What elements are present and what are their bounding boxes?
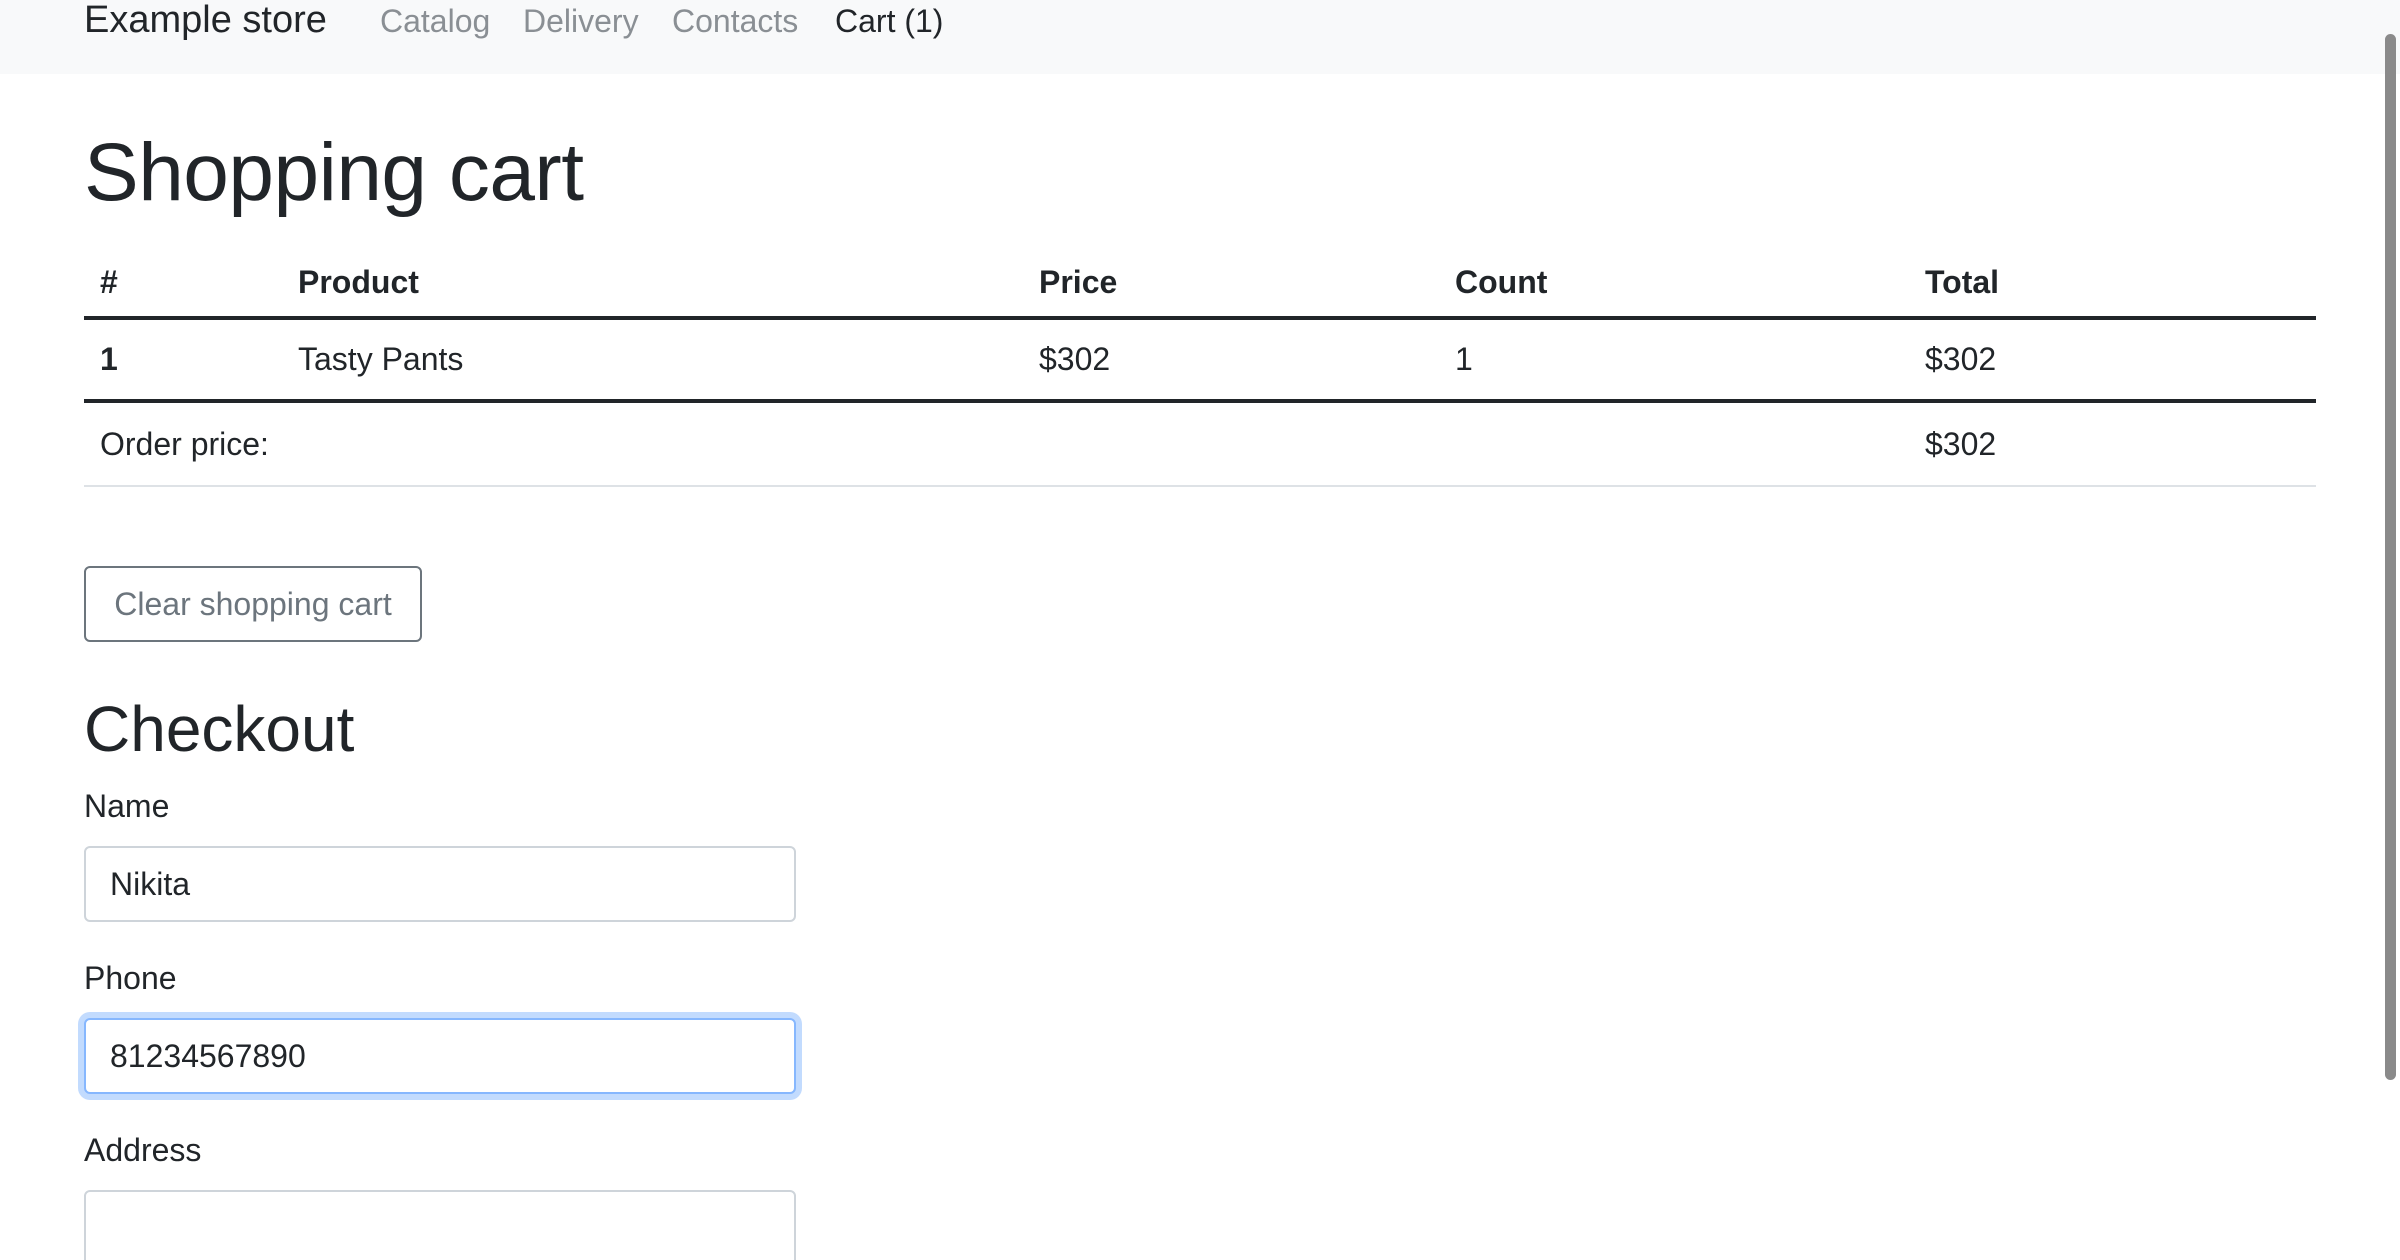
- phone-input[interactable]: [84, 1018, 796, 1094]
- column-header-product: Product: [282, 248, 1023, 320]
- brand-link[interactable]: Example store: [84, 0, 327, 40]
- nav-link-contacts[interactable]: Contacts: [672, 2, 798, 40]
- page: Example store Catalog Delivery Contacts …: [0, 0, 2400, 1260]
- cell-number: 1: [84, 318, 282, 403]
- cell-count: 1: [1439, 318, 1909, 403]
- nav-link-cart[interactable]: Cart (1): [835, 2, 943, 40]
- page-title: Shopping cart: [84, 127, 584, 218]
- table-row: 1 Tasty Pants $302 1 $302: [84, 318, 2316, 403]
- nav-link-delivery[interactable]: Delivery: [523, 2, 639, 40]
- vertical-scrollbar[interactable]: [2382, 0, 2400, 1260]
- column-header-number: #: [84, 248, 282, 320]
- cell-price: $302: [1023, 318, 1439, 403]
- address-input[interactable]: [84, 1190, 796, 1260]
- scrollbar-thumb[interactable]: [2385, 34, 2396, 1080]
- cell-product: Tasty Pants: [282, 318, 1023, 403]
- name-input[interactable]: [84, 846, 796, 922]
- cart-table: # Product Price Count Total 1 Tasty Pant…: [84, 248, 2316, 487]
- order-price-label: Order price:: [84, 401, 1909, 487]
- checkout-title: Checkout: [84, 693, 355, 765]
- column-header-count: Count: [1439, 248, 1909, 320]
- table-header-row: # Product Price Count Total: [84, 248, 2316, 320]
- nav-link-catalog[interactable]: Catalog: [380, 2, 490, 40]
- clear-cart-button[interactable]: Clear shopping cart: [84, 566, 422, 642]
- column-header-total: Total: [1909, 248, 2316, 320]
- cell-total: $302: [1909, 318, 2316, 403]
- phone-label: Phone: [84, 960, 177, 996]
- name-label: Name: [84, 788, 170, 824]
- address-label: Address: [84, 1132, 202, 1168]
- order-price-row: Order price: $302: [84, 401, 2316, 487]
- column-header-price: Price: [1023, 248, 1439, 320]
- order-price-value: $302: [1909, 401, 2316, 487]
- top-navbar: Example store Catalog Delivery Contacts …: [0, 0, 2400, 74]
